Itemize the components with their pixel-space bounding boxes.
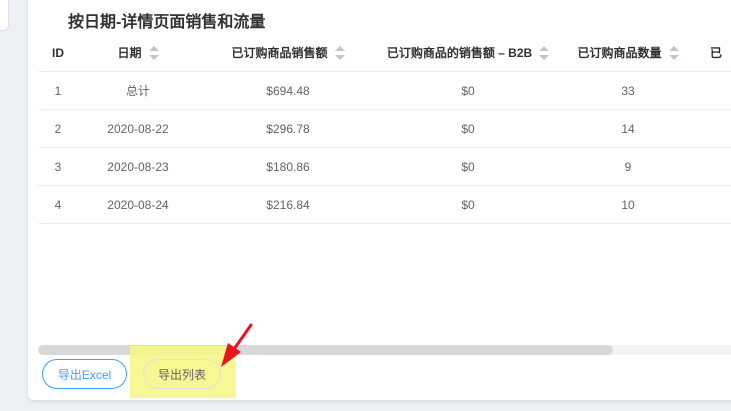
cell-id: 3	[54, 159, 62, 174]
sort-icon[interactable]	[539, 45, 550, 60]
cell-quantity: 33	[621, 83, 635, 98]
table-row: 2 2020-08-22 $296.78 $0 14	[38, 110, 731, 148]
export-excel-button[interactable]: 导出Excel	[42, 359, 127, 389]
report-card: 按日期-详情页面销售和流量 ID 日期 已订购商品销售额 已订购商品的销售额 –…	[28, 0, 731, 400]
column-header-id: ID	[52, 45, 64, 60]
cell-b2b-sales: $0	[461, 83, 475, 98]
cell-sales: $296.78	[266, 121, 310, 136]
report-title: 按日期-详情页面销售和流量	[68, 14, 266, 31]
cell-b2b-sales: $0	[461, 159, 475, 174]
data-table: ID 日期 已订购商品销售额 已订购商品的销售额 – B2B 已订购商品数量 已…	[38, 34, 731, 224]
cell-date: 2020-08-22	[107, 121, 169, 136]
scrollbar-thumb[interactable]	[38, 345, 613, 355]
table-row: 3 2020-08-23 $180.86 $0 9	[38, 148, 731, 186]
cell-quantity: 14	[621, 121, 635, 136]
cell-quantity: 10	[621, 197, 635, 212]
column-header-quantity[interactable]: 已订购商品数量	[558, 34, 698, 71]
cell-date: 2020-08-24	[107, 197, 169, 212]
cell-sales: $694.48	[266, 83, 310, 98]
column-header-b2b-sales[interactable]: 已订购商品的销售额 – B2B	[378, 34, 558, 71]
sort-icon[interactable]	[148, 45, 159, 60]
column-header-date[interactable]: 日期	[78, 34, 198, 71]
cell-id: 2	[54, 121, 62, 136]
sort-icon[interactable]	[334, 45, 345, 60]
left-panel-edge	[0, 0, 9, 31]
column-header-sales[interactable]: 已订购商品销售额	[198, 34, 378, 71]
cell-b2b-sales: $0	[461, 121, 475, 136]
annotation-arrow-icon	[221, 323, 253, 367]
cell-quantity: 9	[624, 159, 632, 174]
column-header-truncated: 已	[710, 46, 723, 60]
table-header: ID 日期 已订购商品销售额 已订购商品的销售额 – B2B 已订购商品数量 已	[38, 34, 731, 72]
sort-icon[interactable]	[668, 45, 679, 60]
cell-date: 总计	[125, 84, 150, 98]
table-row: 4 2020-08-24 $216.84 $0 10	[38, 186, 731, 224]
cell-id: 1	[54, 83, 62, 98]
table-row: 1 总计 $694.48 $0 33	[38, 72, 731, 110]
cell-id: 4	[54, 197, 62, 212]
cell-b2b-sales: $0	[461, 197, 475, 212]
cell-sales: $180.86	[266, 159, 310, 174]
cell-date: 2020-08-23	[107, 159, 169, 174]
cell-sales: $216.84	[266, 197, 310, 212]
